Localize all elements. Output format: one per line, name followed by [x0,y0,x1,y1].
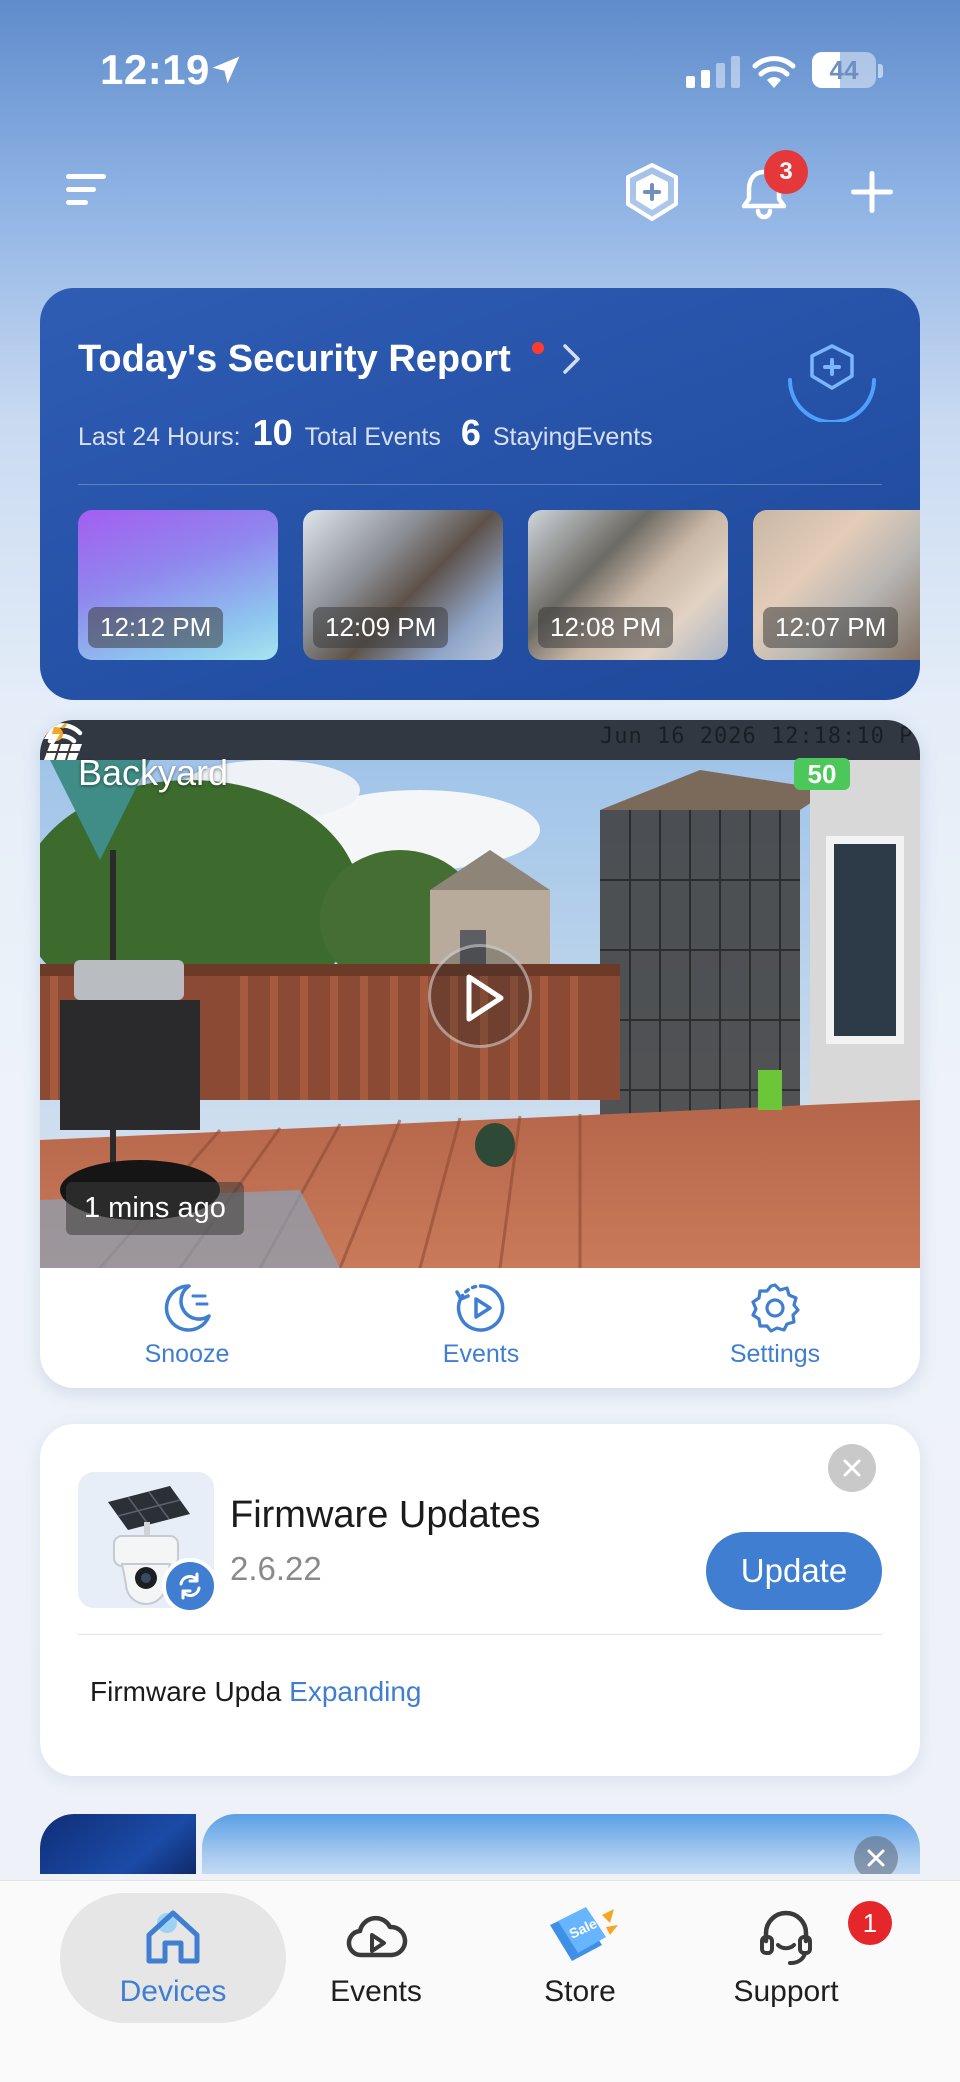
notifications-badge: 3 [764,150,808,194]
camera-timestamp: Jun 16 2026 12:18:10 P [600,724,914,749]
event-time: 12:07 PM [763,607,899,648]
play-button[interactable] [428,944,532,1048]
unread-dot [532,342,544,354]
home-icon [146,1910,200,1964]
add-device-icon[interactable] [848,168,896,216]
event-thumbnail[interactable]: 12:12 PM [78,510,278,660]
battery-level: 44 [829,55,859,85]
support-badge: 1 [848,1901,892,1945]
camera-card: Jun 16 2026 12:18:10 P Backyard 50 1 min… [40,720,920,1388]
dismiss-button[interactable] [828,1444,876,1492]
status-bar: 12:19 44 [0,0,960,140]
security-report-title: Today's Security Report [78,338,511,380]
charging-bolt-icon [44,722,60,752]
settings-button[interactable]: Settings [695,1282,855,1369]
event-thumbnail[interactable]: 12:07 PM [753,510,920,660]
cloud-play-icon [346,1915,408,1958]
event-time: 12:12 PM [88,607,224,648]
total-events-label: Total Events [304,423,441,451]
tab-devices-label: Devices [119,1975,227,2008]
tab-store-label: Store [544,1975,616,2008]
settings-label: Settings [729,1340,821,1368]
firmware-note-text: Firmware Upda [90,1676,282,1707]
promo-image-left [40,1814,196,1874]
event-thumbnail[interactable]: 12:09 PM [303,510,503,660]
cellular-signal-icon [686,56,740,88]
wifi-icon [752,56,796,88]
security-shield-icon[interactable] [624,162,680,222]
security-report-card[interactable]: Today's Security Report Last 24 Hours: 1… [40,288,920,700]
promo-close-button[interactable] [854,1836,898,1874]
report-shield-icon [788,344,876,422]
snooze-moon-icon [164,1284,211,1332]
tab-events-label: Events [330,1975,422,2008]
sale-tag-icon: Sale [550,1907,618,1961]
headset-icon [760,1910,812,1966]
close-icon [843,1459,861,1477]
menu-icon[interactable] [66,170,108,210]
expand-link[interactable]: Expanding [289,1676,421,1707]
gear-icon [751,1283,800,1333]
divider [78,1634,882,1635]
play-icon [466,974,504,1022]
chevron-right-icon[interactable] [560,342,584,376]
firmware-version: 2.6.22 [230,1550,322,1587]
range-label: Last 24 Hours: [78,423,241,451]
camera-live-view[interactable]: Jun 16 2026 12:18:10 P Backyard 50 1 min… [40,720,920,1268]
firmware-update-card: Firmware Updates 2.6.22 Update Firmware … [40,1424,920,1776]
bottom-nav: Devices Events Sale Store Support 1 [0,1880,960,2082]
report-stats: Last 24 Hours: 10 Total Events 6 Staying… [78,412,653,454]
events-play-icon [455,1284,505,1332]
last-seen-label: 1 mins ago [66,1182,244,1235]
firmware-note: Firmware Upda Expanding [90,1676,422,1708]
staying-events-label: StayingEvents [492,423,653,451]
staying-events-count: 6 [460,412,481,453]
tab-support-label: Support [733,1975,839,2008]
promo-image-right [202,1814,920,1874]
total-events-count: 10 [252,412,293,453]
status-time: 12:19 [100,46,210,93]
events-label: Events [442,1340,520,1368]
sync-icon [162,1558,218,1614]
update-button[interactable]: Update [706,1532,882,1610]
tab-events[interactable]: Events [276,1905,476,2009]
tab-store[interactable]: Sale Store [480,1905,680,2009]
battery-icon: 44 [812,52,876,88]
snooze-button[interactable]: Snooze [107,1282,267,1369]
tab-devices[interactable]: Devices [73,1905,273,2009]
event-thumbnail[interactable]: 12:08 PM [528,510,728,660]
divider [78,484,882,485]
snooze-label: Snooze [144,1340,230,1368]
firmware-title: Firmware Updates [230,1494,541,1536]
events-button[interactable]: Events [401,1282,561,1369]
camera-actions: Snooze Events Settings [40,1268,920,1388]
camera-name: Backyard [78,752,229,793]
promo-banner[interactable] [40,1814,920,1874]
close-icon [867,1849,885,1867]
event-time: 12:08 PM [538,607,674,648]
location-arrow-icon [212,56,240,84]
camera-battery: 50 [794,758,850,790]
event-time: 12:09 PM [313,607,449,648]
